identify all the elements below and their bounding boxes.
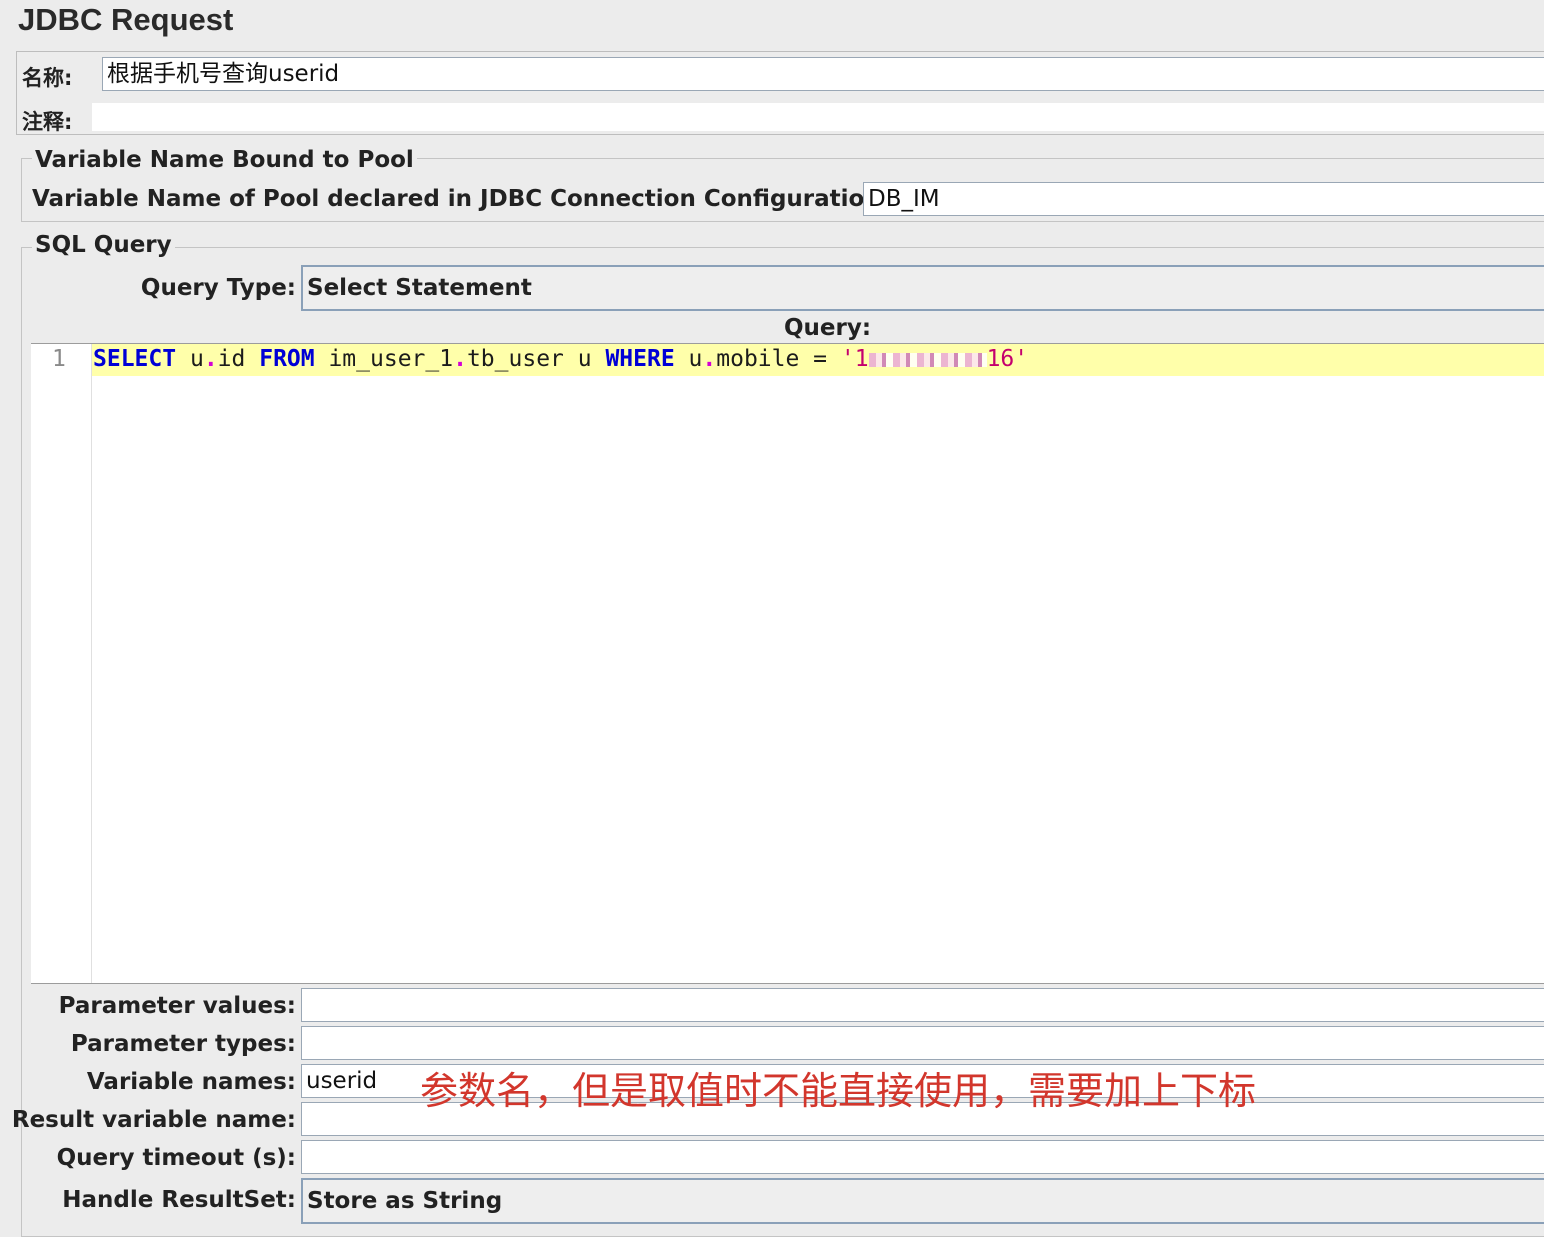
- query-timeout-input[interactable]: [301, 1140, 1544, 1174]
- pool-name-label: Variable Name of Pool declared in JDBC C…: [32, 186, 890, 212]
- parameter-types-label: Parameter types:: [70, 1031, 296, 1057]
- parameter-types-input[interactable]: [301, 1026, 1544, 1060]
- result-variable-name-label: Result variable name:: [11, 1107, 296, 1133]
- pool-name-input[interactable]: DB_IM: [863, 182, 1544, 216]
- comment-input[interactable]: [92, 103, 1544, 131]
- annotation-note: 参数名，但是取值时不能直接使用，需要加上下标: [420, 1069, 1257, 1113]
- panel-title: JDBC Request: [18, 2, 234, 37]
- line-number: 1: [52, 346, 66, 372]
- sql-dot: .: [702, 346, 717, 372]
- sql-dot: .: [453, 346, 467, 372]
- name-input[interactable]: 根据手机号查询userid: [102, 57, 1544, 91]
- sql-column-mobile: mobile =: [716, 346, 841, 372]
- sql-editor[interactable]: [31, 343, 1544, 984]
- sql-alias: u: [189, 346, 204, 372]
- sql-code-line[interactable]: SELECT u.id FROM im_user_1.tb_user u WHE…: [93, 346, 1028, 372]
- sql-string-start: '1: [840, 346, 869, 372]
- sql-keyword-where: WHERE: [605, 346, 675, 372]
- query-type-select[interactable]: Select Statement: [301, 265, 1544, 311]
- sql-query-legend: SQL Query: [32, 232, 175, 258]
- query-label: Query:: [784, 315, 872, 341]
- query-timeout-label: Query timeout (s):: [56, 1145, 296, 1171]
- name-label: 名称:: [22, 66, 73, 90]
- sql-column-id: id: [217, 346, 260, 372]
- redacted-mask: [868, 352, 987, 367]
- line-number-gutter: [31, 344, 92, 983]
- parameter-values-label: Parameter values:: [58, 993, 296, 1019]
- sql-keyword-select: SELECT: [93, 346, 177, 372]
- handle-resultset-label: Handle ResultSet:: [62, 1187, 296, 1213]
- query-type-label: Query Type:: [140, 275, 296, 301]
- parameter-values-input[interactable]: [301, 988, 1544, 1022]
- sql-dot: .: [203, 346, 218, 372]
- sql-schema: im_user_1: [314, 346, 454, 372]
- sql-alias: u: [674, 346, 703, 372]
- sql-table: tb_user u: [466, 346, 606, 372]
- sql-string-end: 16': [986, 346, 1029, 372]
- variable-names-label: Variable names:: [86, 1069, 296, 1095]
- pool-group-legend: Variable Name Bound to Pool: [32, 147, 417, 173]
- sql-keyword-from: FROM: [259, 346, 315, 372]
- comment-label: 注释:: [22, 110, 73, 134]
- handle-resultset-select[interactable]: Store as String: [301, 1178, 1544, 1224]
